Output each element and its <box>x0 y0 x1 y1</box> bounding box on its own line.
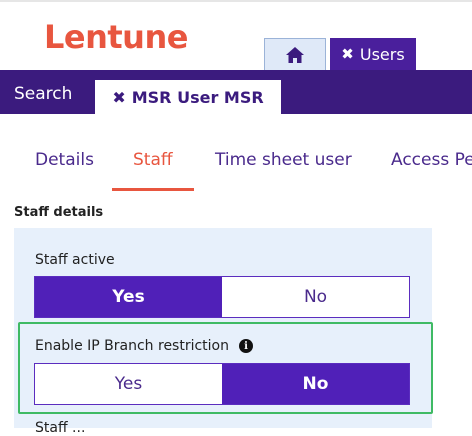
msr-user-tab[interactable]: ✖ MSR User MSR <box>95 80 281 114</box>
staff-active-label: Staff active <box>35 252 115 268</box>
staff-active-yes-option[interactable]: Yes <box>35 277 222 317</box>
tab-details[interactable]: Details <box>35 150 94 170</box>
main-navbar: Search ✖ MSR User MSR <box>0 70 472 114</box>
tab-time-sheet-user[interactable]: Time sheet user <box>215 150 352 170</box>
users-tab-label: Users <box>359 44 405 64</box>
active-tab-indicator <box>112 188 194 191</box>
home-tab[interactable] <box>264 38 326 70</box>
app-logo: Lentune <box>44 18 188 56</box>
section-title: Staff details <box>14 205 104 220</box>
close-icon[interactable]: ✖ <box>112 88 125 107</box>
subtab-bar: Details Staff Time sheet user Access Pe <box>0 114 472 194</box>
search-nav-item[interactable]: Search <box>14 84 72 104</box>
staff-active-label-text: Staff active <box>35 252 115 268</box>
ip-restriction-highlight <box>18 322 433 414</box>
top-border <box>0 0 472 2</box>
users-tab[interactable]: ✖ Users <box>330 38 416 70</box>
next-field-label: Staff ... <box>35 420 86 436</box>
msr-user-tab-label: MSR User MSR <box>131 87 264 107</box>
tab-staff[interactable]: Staff <box>133 150 173 170</box>
home-icon <box>286 46 304 63</box>
staff-active-toggle: Yes No <box>34 276 410 318</box>
tab-access[interactable]: Access Pe <box>391 150 472 170</box>
staff-active-no-option[interactable]: No <box>222 277 409 317</box>
close-icon[interactable]: ✖ <box>341 45 354 63</box>
